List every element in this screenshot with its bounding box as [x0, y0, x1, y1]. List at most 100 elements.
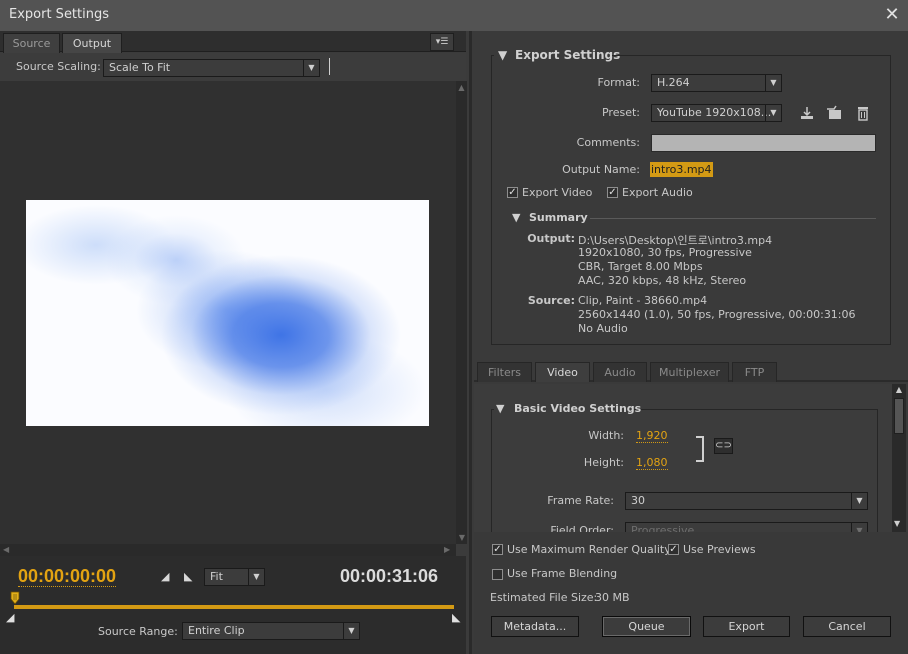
preview-vertical-scrollbar[interactable]: ▲ — [456, 81, 467, 544]
chevron-down-icon: ▼ — [765, 105, 781, 121]
field-order-label: Field Order: — [550, 524, 614, 532]
source-scaling-dropdown[interactable]: Scale To Fit ▼ — [103, 59, 320, 77]
close-icon[interactable]: ✕ — [882, 4, 902, 26]
comments-label: Comments: — [576, 136, 640, 149]
frame-rate-dropdown[interactable]: 30 ▼ — [625, 492, 868, 510]
scroll-left-icon[interactable]: ◀ — [3, 545, 9, 554]
scroll-up-icon[interactable]: ▲ — [456, 83, 467, 92]
summary-output-label: Output: — [527, 232, 575, 245]
save-preset-icon[interactable] — [799, 105, 815, 121]
tab-audio[interactable]: Audio — [593, 362, 647, 382]
video-preview-frame — [26, 200, 429, 426]
frame-blending-checkbox[interactable] — [492, 569, 503, 580]
import-preset-icon[interactable] — [826, 105, 844, 121]
tab-source[interactable]: Source — [3, 33, 60, 53]
tab-ftp[interactable]: FTP — [732, 362, 777, 382]
settings-vertical-scrollbar[interactable]: ▲ ▼ — [892, 384, 906, 532]
chevron-down-icon: ▼ — [851, 493, 867, 509]
format-value: H.264 — [657, 76, 690, 89]
svg-text:||: || — [13, 594, 17, 601]
height-label: Height: — [583, 456, 624, 469]
use-previews-label[interactable]: Use Previews — [683, 543, 756, 556]
out-point-marker-icon[interactable]: ◣ — [452, 611, 460, 624]
height-value[interactable]: 1,080 — [636, 456, 668, 470]
format-label: Format: — [597, 76, 640, 89]
source-range-value: Entire Clip — [188, 624, 245, 637]
file-size-value: 30 MB — [595, 591, 630, 604]
current-time-display[interactable]: 00:00:00:00 — [18, 566, 130, 587]
scroll-down-icon[interactable]: ▼ — [894, 519, 900, 528]
scroll-down-icon[interactable]: ▼ — [457, 533, 467, 542]
summary-output-video: 1920x1080, 30 fps, Progressive — [578, 246, 752, 259]
export-settings-title: Export Settings — [515, 48, 621, 62]
width-value[interactable]: 1,920 — [636, 429, 668, 443]
summary-source-label: Source: — [527, 294, 575, 307]
collapse-triangle-icon: ▼ — [512, 211, 521, 224]
zoom-dropdown[interactable]: Fit ▼ — [204, 568, 265, 586]
summary-output-bitrate: CBR, Target 8.00 Mbps — [578, 260, 703, 273]
timeline-range-bar[interactable] — [14, 605, 454, 609]
width-label: Width: — [588, 429, 624, 442]
queue-button[interactable]: Queue — [602, 616, 691, 637]
export-video-checkbox[interactable]: ✓ — [507, 187, 518, 198]
collapse-triangle-icon: ▼ — [498, 48, 508, 62]
set-out-point-icon[interactable]: ◣ — [184, 570, 192, 583]
use-previews-checkbox[interactable]: ✓ — [668, 544, 679, 555]
output-name-label: Output Name: — [562, 163, 640, 176]
delete-preset-icon[interactable] — [856, 105, 870, 121]
scroll-up-icon[interactable]: ▲ — [892, 385, 906, 394]
preview-horizontal-scrollbar[interactable]: ◀ ▶ — [0, 544, 456, 556]
source-range-dropdown[interactable]: Entire Clip ▼ — [182, 622, 360, 640]
export-audio-label[interactable]: Export Audio — [622, 186, 693, 199]
tab-multiplexer[interactable]: Multiplexer — [650, 362, 729, 382]
metadata-button[interactable]: Metadata... — [491, 616, 579, 637]
window-title: Export Settings — [9, 7, 110, 22]
export-button[interactable]: Export — [703, 616, 790, 637]
max-render-quality-checkbox[interactable]: ✓ — [492, 544, 503, 555]
collapse-triangle-icon: ▼ — [496, 402, 505, 415]
panel-menu-icon[interactable]: ▾☰ — [430, 33, 454, 51]
summary-source-audio: No Audio — [578, 322, 628, 335]
chevron-down-icon: ▼ — [851, 523, 867, 532]
preset-label: Preset: — [601, 106, 640, 119]
field-order-dropdown[interactable]: Progressive ▼ — [625, 522, 868, 532]
preset-dropdown[interactable]: YouTube 1920x108... ▼ — [651, 104, 782, 122]
preset-value: YouTube 1920x108... — [657, 106, 772, 119]
chevron-down-icon: ▼ — [343, 623, 359, 639]
source-scaling-value: Scale To Fit — [109, 61, 171, 74]
zoom-value: Fit — [210, 570, 223, 583]
divider-line — [329, 58, 330, 75]
source-scaling-label: Source Scaling: — [16, 60, 101, 73]
tab-output[interactable]: Output — [62, 33, 122, 53]
frame-blending-label[interactable]: Use Frame Blending — [507, 567, 617, 580]
chevron-down-icon: ▼ — [248, 569, 264, 585]
basic-video-header[interactable]: ▼ Basic Video Settings — [494, 402, 641, 418]
summary-rule — [590, 218, 876, 219]
playhead-icon[interactable]: || — [10, 591, 20, 605]
title-bar: Export Settings ✕ — [0, 0, 908, 31]
max-render-quality-label[interactable]: Use Maximum Render Quality — [507, 543, 671, 556]
duration-display: 00:00:31:06 — [340, 566, 439, 586]
frame-rate-label: Frame Rate: — [547, 494, 614, 507]
field-order-value: Progressive — [631, 524, 695, 532]
chevron-down-icon: ▼ — [303, 60, 319, 76]
export-audio-checkbox[interactable]: ✓ — [607, 187, 618, 198]
link-icon[interactable]: ⊂⊃ — [714, 438, 733, 454]
tab-video[interactable]: Video — [535, 362, 590, 382]
scroll-thumb[interactable] — [894, 398, 904, 434]
summary-output-audio: AAC, 320 kbps, 48 kHz, Stereo — [578, 274, 747, 287]
export-video-label[interactable]: Export Video — [522, 186, 592, 199]
tab-filters[interactable]: Filters — [477, 362, 532, 382]
set-in-point-icon[interactable]: ◢ — [161, 570, 169, 583]
in-point-marker-icon[interactable]: ◢ — [6, 611, 14, 624]
section-rule — [612, 55, 891, 56]
output-name-link[interactable]: intro3.mp4 — [650, 162, 713, 177]
summary-header[interactable]: ▼ Summary — [510, 211, 590, 227]
comments-field[interactable] — [651, 134, 876, 152]
format-dropdown[interactable]: H.264 ▼ — [651, 74, 782, 92]
scroll-right-icon[interactable]: ▶ — [444, 545, 450, 554]
export-settings-header[interactable]: ▼ Export Settings — [494, 48, 620, 64]
cancel-button[interactable]: Cancel — [803, 616, 891, 637]
video-settings-scroll-area: ▼ Basic Video Settings Width: 1,920 Heig… — [474, 384, 892, 532]
summary-source-clip: Clip, Paint - 38660.mp4 — [578, 294, 708, 307]
